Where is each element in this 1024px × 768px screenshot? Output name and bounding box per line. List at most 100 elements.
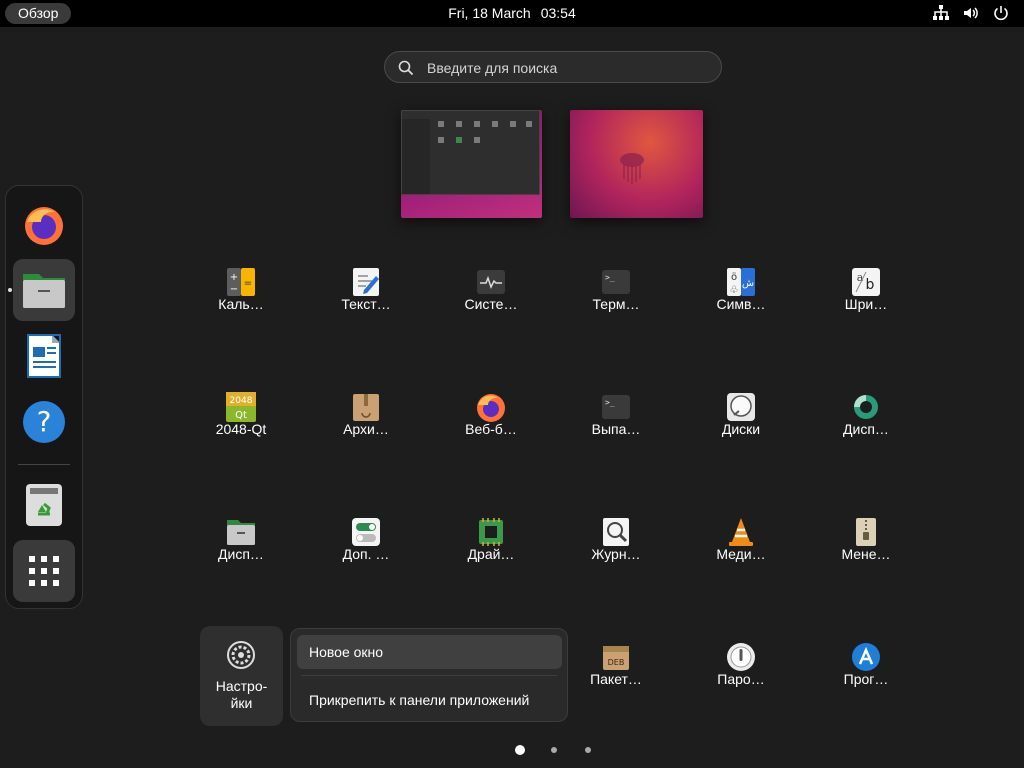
menu-item-new-window[interactable]: Новое окно — [297, 635, 562, 669]
page-indicator-2[interactable] — [551, 747, 557, 753]
page-indicator-3[interactable] — [585, 747, 591, 753]
search-icon — [398, 60, 414, 76]
fonts-icon: ab — [852, 268, 880, 296]
menu-separator — [301, 675, 557, 676]
app-logs[interactable]: Журн… — [561, 500, 671, 600]
firefox-icon — [25, 207, 63, 245]
network-icon[interactable] — [932, 4, 950, 22]
zip-archive-icon — [856, 518, 876, 546]
terminal-icon: >_ — [602, 395, 630, 419]
app-archive-manager[interactable]: Архи… — [311, 375, 421, 475]
app-2048-qt[interactable]: 2048 Qt 2048-Qt — [186, 375, 296, 475]
app-label: Шри… — [844, 296, 888, 312]
app-software[interactable]: Прог… — [811, 625, 921, 725]
svg-text:b: b — [866, 277, 875, 293]
svg-text:DEB: DEB — [608, 658, 625, 667]
app-label: Архи… — [343, 421, 389, 437]
app-disk-usage[interactable]: Дисп… — [811, 375, 921, 475]
app-fonts[interactable]: ab Шри… — [811, 250, 921, 350]
top-bar: Обзор Fri, 18 March 03:54 — [0, 0, 1024, 27]
app-label: Доп. … — [342, 546, 390, 562]
game-2048-icon: 2048 Qt — [226, 392, 256, 422]
logs-icon — [603, 518, 629, 546]
show-apps-button[interactable] — [13, 540, 75, 602]
svg-text:−: − — [230, 284, 238, 295]
dock: ? — [5, 185, 83, 609]
dock-item-writer[interactable] — [13, 325, 75, 387]
app-label: Драй… — [467, 546, 515, 562]
app-label: Выпа… — [591, 421, 641, 437]
svg-text:♧: ♧ — [730, 285, 739, 296]
svg-text:+: + — [230, 272, 238, 283]
trash-icon — [26, 484, 62, 526]
app-label: Настро- йки — [215, 678, 268, 711]
svg-text:2048: 2048 — [230, 396, 253, 406]
calculator-icon: +−= — [227, 268, 255, 296]
app-label: Диски — [721, 421, 761, 437]
power-icon[interactable] — [992, 4, 1010, 22]
workspace-thumbnail-1[interactable] — [401, 110, 542, 218]
window-preview-files[interactable] — [401, 110, 540, 195]
app-label: Систе… — [464, 296, 518, 312]
app-system-monitor[interactable]: Систе… — [436, 250, 546, 350]
app-calculator[interactable]: + − = Каль… — [186, 250, 296, 350]
app-web-browser[interactable]: Веб-б… — [436, 375, 546, 475]
system-monitor-icon — [477, 270, 505, 294]
grid-icon — [29, 556, 59, 586]
search-bar[interactable] — [384, 51, 722, 84]
app-settings[interactable]: Настро- йки — [200, 626, 283, 726]
app-file-manager[interactable]: Дисп… — [186, 500, 296, 600]
app-dropdown-terminal[interactable]: >_ Выпа… — [561, 375, 671, 475]
app-archive-manager-2[interactable]: Мене… — [811, 500, 921, 600]
app-package-installer[interactable]: DEB Пакет… — [561, 625, 671, 725]
dock-item-trash[interactable] — [13, 474, 75, 536]
archive-icon — [353, 394, 379, 421]
gear-icon — [227, 641, 255, 669]
software-store-icon — [852, 643, 880, 671]
app-terminal[interactable]: >_ Терм… — [561, 250, 671, 350]
package-icon: DEB — [603, 646, 629, 670]
app-text-editor[interactable]: Текст… — [311, 250, 421, 350]
app-label: Терм… — [592, 296, 640, 312]
passwords-icon — [727, 643, 755, 671]
svg-text:?: ? — [37, 405, 52, 438]
folder-icon — [23, 274, 65, 308]
svg-text:>_: >_ — [605, 273, 615, 282]
app-additional-settings[interactable]: Доп. … — [311, 500, 421, 600]
dock-separator — [18, 464, 70, 465]
svg-text:Qt: Qt — [235, 410, 247, 421]
clock-time: 03:54 — [540, 5, 576, 21]
disks-icon — [727, 393, 755, 421]
app-drivers[interactable]: Драй… — [436, 500, 546, 600]
app-passwords[interactable]: Паро… — [686, 625, 796, 725]
app-label: Паро… — [717, 671, 765, 687]
app-characters[interactable]: ö ♧ ش Симв… — [686, 250, 796, 350]
page-indicator-1[interactable] — [515, 745, 525, 755]
jellyfish-wallpaper-icon — [620, 153, 644, 184]
app-label: Дисп… — [843, 421, 889, 437]
app-label: Дисп… — [218, 546, 264, 562]
clock-date: Fri, 18 March — [448, 5, 531, 21]
dock-item-files[interactable] — [13, 259, 75, 321]
app-disks[interactable]: Диски — [686, 375, 796, 475]
app-label: 2048-Qt — [215, 421, 267, 437]
dock-item-firefox[interactable] — [13, 194, 75, 256]
search-input[interactable] — [425, 52, 709, 84]
app-media-player[interactable]: Меди… — [686, 500, 796, 600]
dock-item-help[interactable]: ? — [13, 391, 75, 453]
workspace-thumbnail-2[interactable] — [570, 110, 703, 218]
clock[interactable]: Fri, 18 March 03:54 — [0, 0, 1024, 27]
svg-text:ش: ش — [742, 278, 754, 289]
document-icon — [27, 334, 61, 378]
disk-usage-icon — [854, 395, 878, 419]
app-label: Веб-б… — [465, 421, 517, 437]
text-editor-icon — [353, 268, 379, 296]
firefox-icon — [477, 394, 505, 422]
svg-text:=: = — [244, 278, 252, 289]
toggle-settings-icon — [352, 518, 380, 546]
app-label: Каль… — [218, 296, 264, 312]
volume-icon[interactable] — [962, 4, 980, 22]
system-tray[interactable] — [932, 4, 1010, 22]
menu-item-pin-to-dash[interactable]: Прикрепить к панели приложений — [297, 683, 562, 717]
terminal-icon: >_ — [602, 270, 630, 294]
